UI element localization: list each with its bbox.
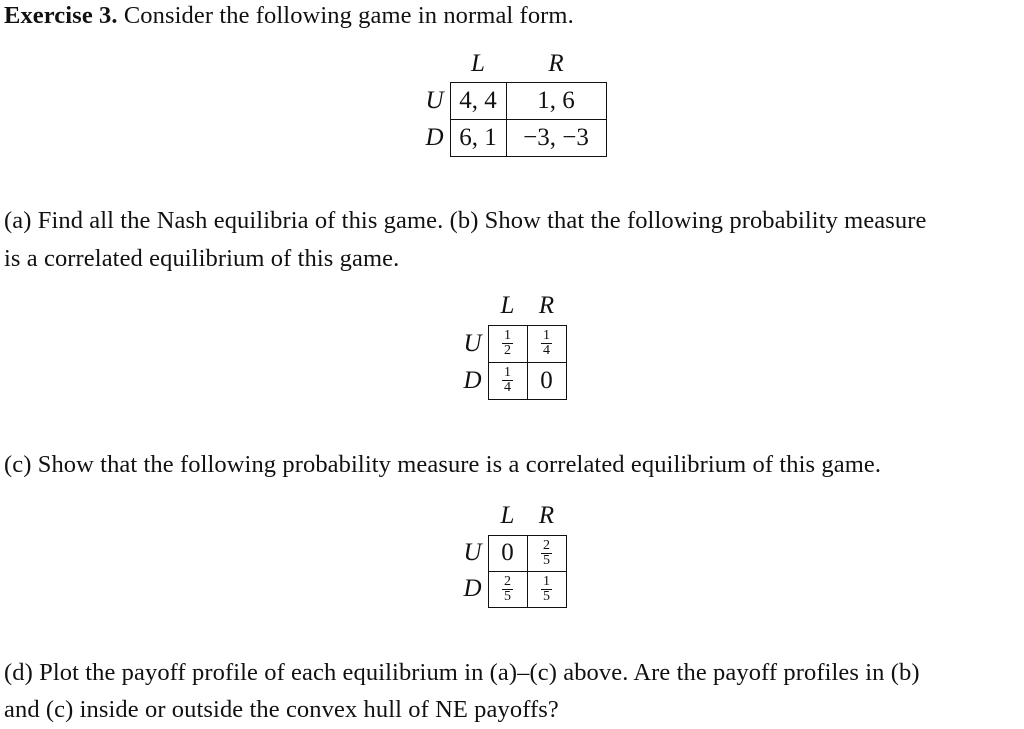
part-c-line-1: (c) Show that the following probability …: [4, 451, 882, 478]
prob-cell-dl: 14: [487, 361, 528, 400]
fraction: 15: [541, 573, 552, 604]
probability-measure-b: L R U 12 14 D 14 0: [450, 287, 567, 400]
row-label-u: U: [463, 329, 482, 357]
prob-cell-ul: 12: [487, 324, 528, 363]
col-label-r: R: [538, 501, 555, 529]
prob-cell-ul: 0: [487, 534, 528, 572]
part-ab-line-2: is a correlated equilibrium of this game…: [4, 245, 400, 272]
fraction: 25: [502, 573, 513, 604]
payoff-cell-dl: 6, 1: [449, 118, 507, 157]
col-label-r: R: [548, 49, 564, 77]
fraction: 14: [541, 328, 552, 359]
prob-cell-ur: 25: [526, 534, 567, 572]
part-ab-line-1: (a) Find all the Nash equilibria of this…: [4, 207, 927, 234]
row-label-d: D: [425, 123, 444, 151]
fraction: 12: [502, 328, 513, 359]
exercise-label: Exercise 3.: [4, 2, 118, 29]
col-label-l: L: [500, 291, 515, 319]
row-label-u: U: [463, 539, 482, 566]
payoff-matrix: L R U 4, 4 1, 6 D 6, 1 −3, −3: [408, 46, 607, 157]
fraction: 14: [502, 365, 513, 396]
row-label-d: D: [463, 366, 482, 394]
col-label-l: L: [471, 49, 485, 77]
fraction: 25: [541, 537, 552, 568]
part-d-line-2: and (c) inside or outside the convex hul…: [4, 696, 559, 723]
prob-cell-dr: 0: [526, 361, 567, 400]
exercise-intro-text: Consider the following game in normal fo…: [123, 2, 574, 29]
col-label-l: L: [500, 501, 515, 529]
payoff-cell-ul: 4, 4: [449, 81, 507, 120]
col-label-r: R: [538, 291, 555, 319]
prob-cell-dr: 15: [526, 570, 567, 608]
exercise-heading: Exercise 3. Consider the following game …: [4, 0, 574, 35]
row-label-d: D: [463, 575, 482, 602]
payoff-cell-ur: 1, 6: [505, 81, 607, 120]
payoff-cell-dr: −3, −3: [505, 118, 607, 157]
part-d-line-1: (d) Plot the payoff profile of each equi…: [4, 659, 920, 686]
probability-measure-c: L R U 0 25 D 25 15: [450, 497, 567, 608]
prob-cell-dl: 25: [487, 570, 528, 608]
row-label-u: U: [425, 86, 444, 114]
prob-cell-ur: 14: [526, 324, 567, 363]
